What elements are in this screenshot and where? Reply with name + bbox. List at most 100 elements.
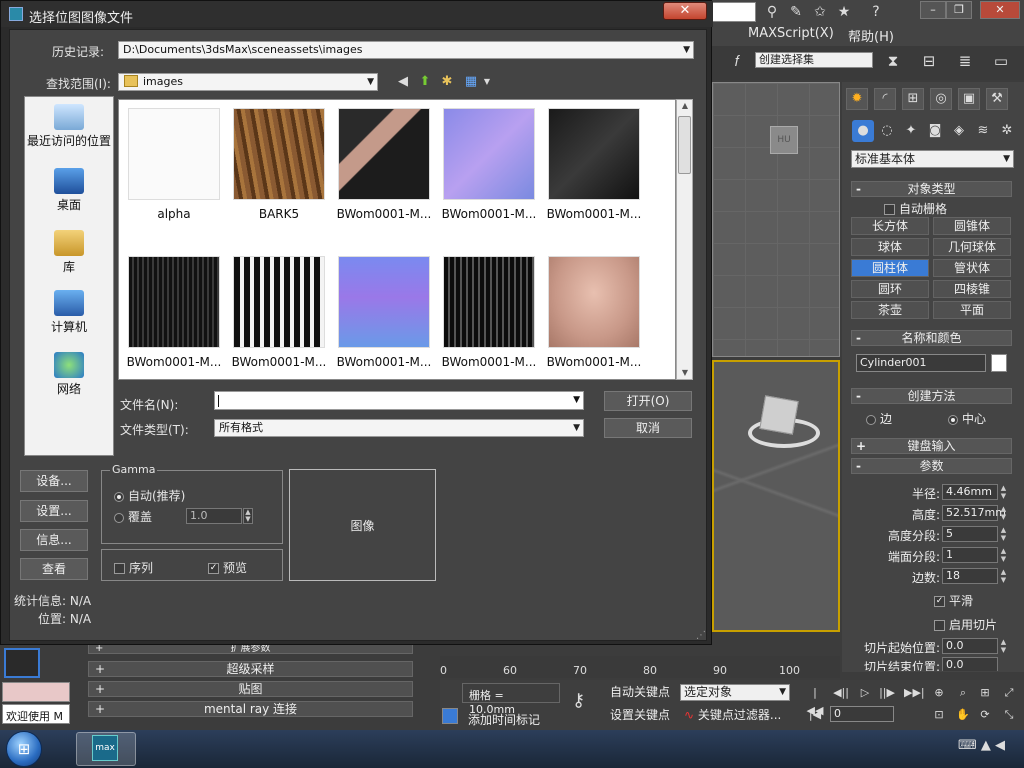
- helpers-icon[interactable]: ◈: [948, 120, 970, 142]
- file-thumbnail[interactable]: [128, 108, 220, 200]
- autogrid-checkbox[interactable]: 自动栅格: [884, 200, 947, 217]
- up-folder-icon[interactable]: ⬆: [416, 74, 434, 90]
- frame-mode-icon[interactable]: |◀: [806, 706, 824, 724]
- param-value-field[interactable]: 4.46mm: [942, 484, 998, 500]
- create-tab-icon[interactable]: ✹: [846, 88, 868, 110]
- viewcube-top[interactable]: HU: [770, 126, 798, 154]
- file-thumbnail[interactable]: [338, 108, 430, 200]
- key-target-dropdown[interactable]: 选定对象 ▼: [680, 684, 790, 701]
- zoom-icon[interactable]: ⌕: [954, 684, 972, 702]
- rollout-parameters[interactable]: - 参数: [851, 458, 1012, 474]
- restore-button[interactable]: ❐: [946, 1, 972, 19]
- key-mode-icon[interactable]: ⊕: [930, 684, 948, 702]
- rollout-supersampling[interactable]: + 超级采样: [88, 661, 413, 677]
- object-type-button[interactable]: 四棱锥: [933, 280, 1011, 298]
- filename-input[interactable]: ▼: [214, 391, 584, 410]
- param-value-field[interactable]: 1: [942, 547, 998, 563]
- chevron-down-icon[interactable]: ▼: [478, 74, 496, 90]
- max-close-button[interactable]: ✕: [980, 1, 1020, 19]
- motion-tab-icon[interactable]: ◎: [930, 88, 952, 110]
- lookin-dropdown[interactable]: images ▼: [118, 73, 378, 91]
- spinner-icon[interactable]: ▲ ▼: [999, 526, 1008, 542]
- param-value-field[interactable]: 18: [942, 568, 998, 584]
- file-thumbnail[interactable]: [548, 256, 640, 348]
- hierarchy-tab-icon[interactable]: ⊞: [902, 88, 924, 110]
- slice-checkbox[interactable]: 启用切片: [934, 616, 997, 633]
- rollout-maps[interactable]: + 贴图: [88, 681, 413, 697]
- object-category-dropdown[interactable]: 标准基本体 ▼: [851, 150, 1014, 168]
- rollout-creation-method[interactable]: - 创建方法: [851, 388, 1012, 404]
- file-name-label[interactable]: BWom0001-M...: [437, 355, 541, 369]
- menu-maxscript[interactable]: MAXScript(X): [748, 26, 834, 41]
- curve-editor-icon[interactable]: ▭: [990, 50, 1012, 72]
- place-computer[interactable]: 计算机: [24, 290, 114, 335]
- modify-tab-icon[interactable]: ◜: [874, 88, 896, 110]
- viewport-select-icon[interactable]: [442, 708, 458, 724]
- viewport-top[interactable]: [712, 82, 840, 357]
- rollout-mentalray[interactable]: + mental ray 连接: [88, 701, 413, 717]
- info-button[interactable]: 信息...: [20, 529, 88, 551]
- gamma-override-field[interactable]: 1.0: [186, 508, 242, 524]
- spinner-icon[interactable]: ▲ ▼: [999, 484, 1008, 500]
- gamma-auto-radio[interactable]: 自动(推荐): [114, 487, 185, 504]
- file-name-label[interactable]: BARK5: [227, 207, 331, 221]
- max-viewport-icon[interactable]: ⤢: [1000, 684, 1018, 702]
- file-thumbnail[interactable]: [338, 256, 430, 348]
- cancel-button[interactable]: 取消: [604, 418, 692, 438]
- gamma-override-radio-button[interactable]: [114, 512, 124, 523]
- prev-frame-icon[interactable]: ◀||: [832, 684, 850, 702]
- network-tray-icon[interactable]: ▲: [981, 738, 991, 753]
- maxscript-listener-field[interactable]: [2, 682, 70, 702]
- file-name-label[interactable]: BWom0001-M...: [437, 207, 541, 221]
- smooth-checkbox[interactable]: ✓ 平滑: [934, 592, 973, 609]
- file-thumbnail[interactable]: [233, 108, 325, 200]
- file-thumbnail[interactable]: [548, 108, 640, 200]
- file-name-label[interactable]: BWom0001-M...: [332, 207, 436, 221]
- object-type-button[interactable]: 球体: [851, 238, 929, 256]
- mirror-icon[interactable]: ⧗: [882, 50, 904, 72]
- file-name-label[interactable]: BWom0001-M...: [542, 207, 646, 221]
- edge-radio-button[interactable]: [866, 414, 876, 425]
- object-type-button[interactable]: 圆锥体: [933, 217, 1011, 235]
- minimize-button[interactable]: –: [920, 1, 946, 19]
- file-name-label[interactable]: alpha: [122, 207, 226, 221]
- zoom-all-icon[interactable]: ⊞: [976, 684, 994, 702]
- settings-button[interactable]: 设置...: [20, 500, 88, 522]
- set-key-button[interactable]: 设置关键点: [610, 705, 676, 725]
- slice-to-field[interactable]: 0.0: [942, 657, 998, 671]
- slice-from-field[interactable]: 0.0: [942, 638, 998, 654]
- fov-icon[interactable]: ⤡: [1000, 706, 1018, 724]
- spinner-icon[interactable]: ▲ ▼: [243, 508, 253, 524]
- tools-icon[interactable]: ✎: [786, 3, 806, 21]
- new-folder-icon[interactable]: ✱: [438, 74, 456, 90]
- scrollbar-thumb[interactable]: [678, 116, 691, 174]
- max-search-field[interactable]: [712, 2, 756, 22]
- spinner-icon[interactable]: ▲ ▼: [999, 547, 1008, 563]
- orbit-icon[interactable]: ⟳: [976, 706, 994, 724]
- add-time-tag[interactable]: 添加时间标记: [468, 711, 540, 728]
- play-icon[interactable]: ▷: [856, 684, 874, 702]
- shapes-icon[interactable]: ◌: [876, 120, 898, 142]
- smooth-box[interactable]: ✓: [934, 596, 945, 607]
- resize-grip-icon[interactable]: ⋰: [696, 630, 706, 641]
- star-icon[interactable]: ★: [834, 3, 854, 21]
- preview-checkbox[interactable]: ✓ 预览: [208, 559, 247, 576]
- rollout-object-type[interactable]: - 对象类型: [851, 181, 1012, 197]
- object-type-button[interactable]: 圆环: [851, 280, 929, 298]
- key-filters-button[interactable]: ∿ 关键点过滤器...: [684, 706, 781, 723]
- system-tray[interactable]: ⌨ ▲ ◀: [958, 738, 1005, 753]
- abc-icon[interactable]: 𝑓: [726, 50, 748, 72]
- menu-help[interactable]: 帮助(H): [848, 26, 894, 45]
- scroll-down-icon[interactable]: ▼: [680, 368, 690, 377]
- object-type-button[interactable]: 管状体: [933, 259, 1011, 277]
- place-desktop[interactable]: 桌面: [24, 168, 114, 213]
- utilities-tab-icon[interactable]: ⚒: [986, 88, 1008, 110]
- current-frame-field[interactable]: 0: [830, 706, 894, 722]
- place-libraries[interactable]: 库: [24, 230, 114, 275]
- param-value-field[interactable]: 52.517mm: [942, 505, 1006, 521]
- slice-box[interactable]: [934, 620, 945, 631]
- object-type-button[interactable]: 长方体: [851, 217, 929, 235]
- next-frame-icon[interactable]: ||▶: [878, 684, 896, 702]
- view-button[interactable]: 查看: [20, 558, 88, 580]
- help-icon[interactable]: ?: [866, 3, 886, 21]
